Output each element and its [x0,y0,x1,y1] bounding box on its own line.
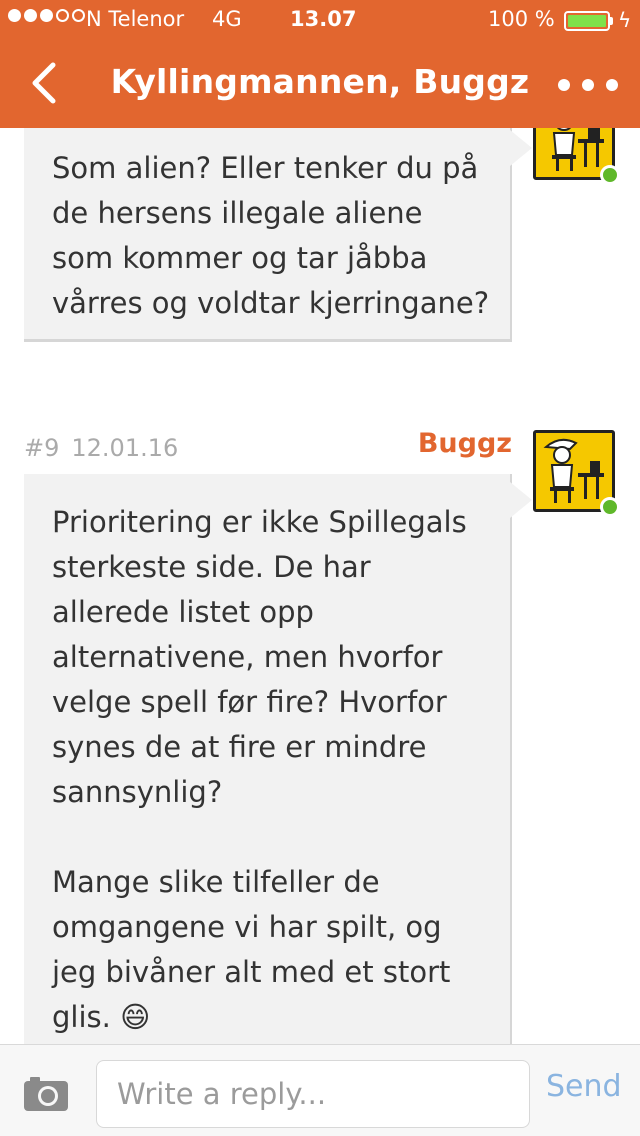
online-status-indicator [600,497,620,517]
carrier-name: N Telenor [86,7,185,31]
online-status-indicator [600,165,620,185]
message-bubble: Som alien? Eller tenker du på de hersens… [24,128,532,342]
reply-bar: Send [0,1044,640,1136]
message-bubble: Prioritering er ikke Spillegals sterkest… [24,474,532,1044]
post-meta: #9 12.01.16 [24,434,178,462]
message-text: Prioritering er ikke Spillegals sterkest… [52,505,467,1034]
more-options-button[interactable] [558,70,618,100]
conversation-title: Kyllingmannen, Buggz [110,62,530,101]
camera-icon [24,1077,68,1111]
charging-icon: ϟ [618,8,632,32]
network-type: 4G [212,7,242,31]
message-text: Som alien? Eller tenker du på de hersens… [52,151,490,320]
signal-strength-icon [8,9,85,22]
back-button[interactable] [14,48,74,118]
more-horizontal-icon [558,79,570,91]
top-bar: N Telenor 4G 13.07 100 % ϟ Kyllingmannen… [0,0,640,128]
avatar[interactable] [533,430,620,517]
nav-bar: Kyllingmannen, Buggz [0,40,640,128]
author-name[interactable]: Buggz [380,428,512,459]
message-feed[interactable]: Som alien? Eller tenker du på de hersens… [0,128,640,1044]
avatar[interactable] [533,128,620,185]
battery-percent: 100 % [488,7,555,31]
status-bar: N Telenor 4G 13.07 100 % ϟ [0,0,640,40]
reply-input[interactable] [96,1060,530,1128]
user-avatar-icon [536,433,612,509]
chevron-left-icon [32,62,56,104]
send-button[interactable]: Send [546,1069,622,1104]
post-date: 12.01.16 [71,434,179,462]
post-number: #9 [24,434,60,462]
battery-icon [564,11,610,31]
camera-button[interactable] [24,1075,68,1111]
clock: 13.07 [290,7,357,31]
